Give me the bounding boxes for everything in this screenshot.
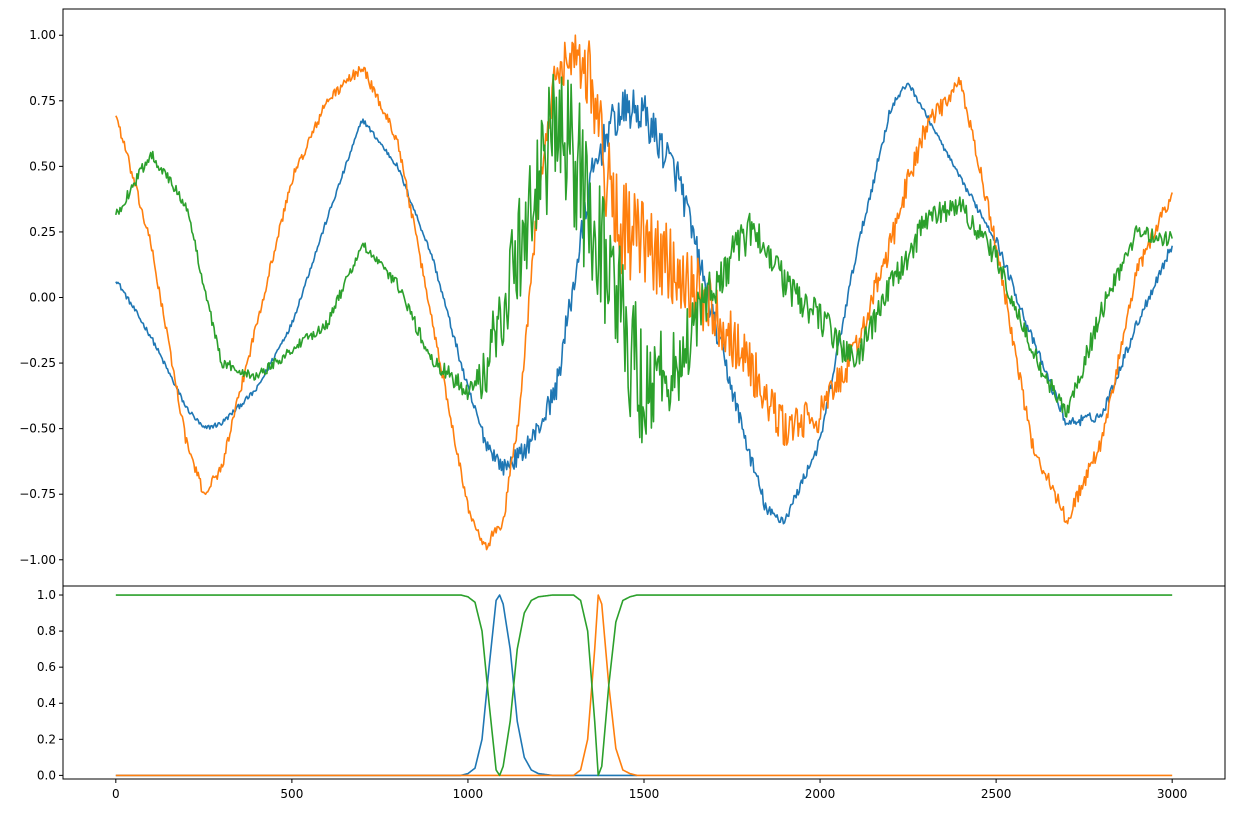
top-y-tick-label: −0.50	[19, 422, 56, 436]
bottom-x-tick-label: 1000	[453, 787, 484, 801]
bottom-x-tick-label: 500	[280, 787, 303, 801]
bottom-x-tick-label: 1500	[629, 787, 660, 801]
bottom-y-tick-label: 0.6	[37, 660, 56, 674]
bottom-x-tick-label: 2000	[805, 787, 836, 801]
top-y-tick-label: 0.50	[29, 159, 56, 173]
top-y-tick-label: 0.25	[29, 225, 56, 239]
figure: −1.00−0.75−0.50−0.250.000.250.500.751.00…	[0, 0, 1234, 813]
bottom-y-tick-label: 1.0	[37, 588, 56, 602]
bottom-y-tick-label: 0.4	[37, 696, 56, 710]
bottom-x-tick-label: 3000	[1157, 787, 1188, 801]
bottom-y-tick-label: 0.2	[37, 732, 56, 746]
top-y-tick-label: −1.00	[19, 553, 56, 567]
bottom-x-tick-label: 2500	[981, 787, 1012, 801]
top-y-tick-label: 1.00	[29, 28, 56, 42]
bottom-x-tick-label: 0	[112, 787, 120, 801]
bottom-y-tick-label: 0.8	[37, 624, 56, 638]
top-y-tick-label: −0.75	[19, 487, 56, 501]
top-y-tick-label: 0.75	[29, 94, 56, 108]
bottom-y-tick-label: 0.0	[37, 768, 56, 782]
top-y-tick-label: −0.25	[19, 356, 56, 370]
top-y-tick-label: 0.00	[29, 291, 56, 305]
